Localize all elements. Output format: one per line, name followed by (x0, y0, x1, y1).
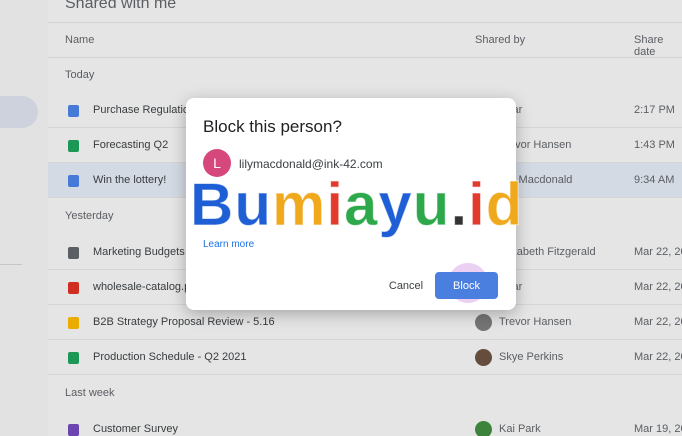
blocked-email: lilymacdonald@ink-42.com (239, 157, 383, 171)
watermark-letter: . (450, 171, 469, 239)
watermark-logo: Bumiayu.id (189, 170, 524, 239)
watermark-letter: B (189, 171, 235, 239)
watermark-letter: u (412, 171, 451, 239)
block-button[interactable]: Block (435, 272, 498, 299)
watermark-letter: u (234, 171, 272, 239)
watermark-letter: m (271, 171, 327, 239)
watermark-letter: y (378, 171, 413, 239)
learn-more-link[interactable]: Learn more (203, 239, 254, 250)
watermark-letter: i (468, 171, 486, 239)
dialog-title: Block this person? (203, 117, 342, 136)
watermark-letter: i (326, 171, 345, 239)
watermark-letter: d (485, 171, 524, 239)
cancel-button[interactable]: Cancel (378, 273, 434, 299)
watermark-letter: a (344, 171, 379, 239)
